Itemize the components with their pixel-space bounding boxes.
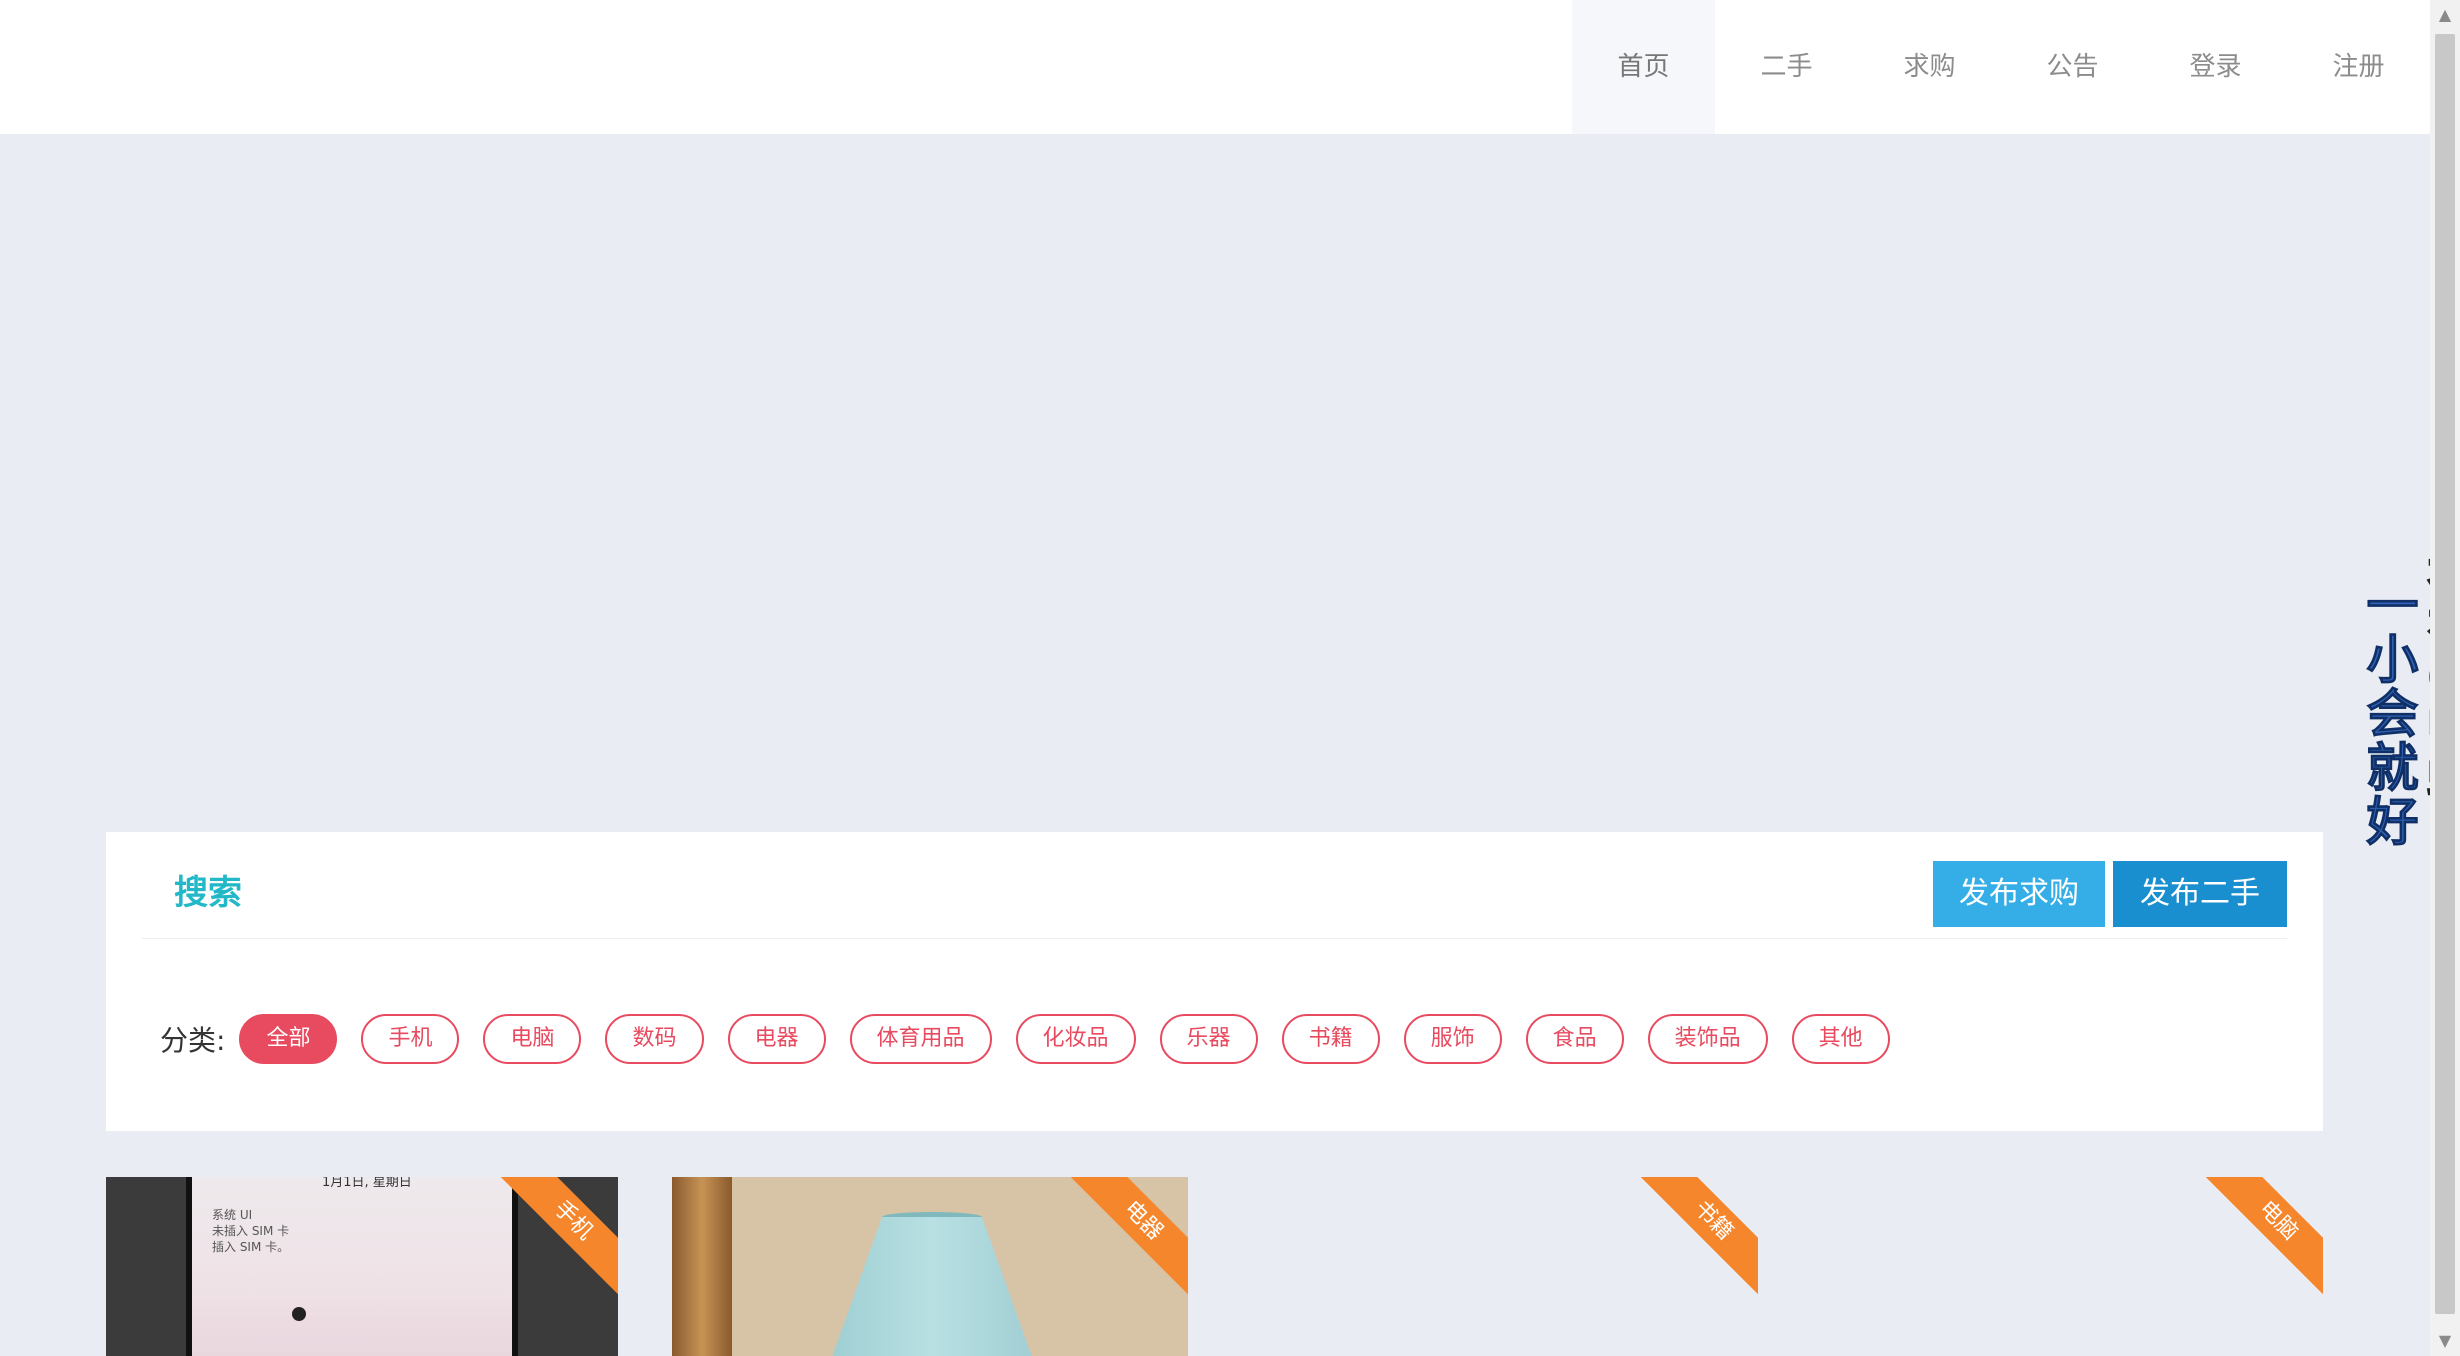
phone-notice: 系统 UI 未插入 SIM 卡 插入 SIM 卡。 (212, 1207, 289, 1255)
category-other[interactable]: 其他 (1791, 1014, 1890, 1064)
category-ribbon: 电脑 (2203, 1177, 2323, 1296)
nav-wanted[interactable]: 求购 (1858, 0, 2001, 134)
category-all[interactable]: 全部 (239, 1014, 338, 1064)
product-card[interactable]: 电脑 (1810, 1177, 2323, 1356)
category-appliance[interactable]: 电器 (727, 1014, 826, 1064)
nav-login[interactable]: 登录 (2144, 0, 2287, 134)
phone-camera-dot (292, 1307, 306, 1321)
category-food[interactable]: 食品 (1525, 1014, 1624, 1064)
category-digital[interactable]: 数码 (605, 1014, 704, 1064)
nav-second-hand[interactable]: 二手 (1715, 0, 1858, 134)
nav-register[interactable]: 注册 (2287, 0, 2430, 134)
category-ribbon: 书籍 (1638, 1177, 1758, 1296)
search-title: 搜索 (174, 873, 242, 913)
top-navbar: 首页 二手 求购 公告 登录 注册 (0, 0, 2430, 134)
category-sports[interactable]: 体育用品 (849, 1014, 992, 1064)
category-ribbon: 电器 (1068, 1177, 1188, 1296)
category-books[interactable]: 书籍 (1281, 1014, 1380, 1064)
overlay-chinese-text: 一小会就好 (2357, 578, 2418, 849)
product-image-phone: 1月1日, 星期日 系统 UI 未插入 SIM 卡 插入 SIM 卡。 (186, 1177, 518, 1356)
category-instruments[interactable]: 乐器 (1159, 1014, 1258, 1064)
category-decor[interactable]: 装饰品 (1647, 1014, 1768, 1064)
scroll-down-icon[interactable]: ▼ (2430, 1326, 2460, 1356)
post-second-hand-button[interactable]: 发布二手 (2113, 861, 2287, 927)
category-cosmetics[interactable]: 化妆品 (1015, 1014, 1136, 1064)
phone-notice-line: 系统 UI (212, 1208, 253, 1222)
search-panel: 搜索 发布求购 发布二手 分类: 全部 手机 电脑 数码 电器 体育用品 化妆品… (106, 832, 2323, 1131)
phone-notice-line: 插入 SIM 卡。 (212, 1240, 290, 1254)
product-card[interactable]: 电器 (672, 1177, 1188, 1356)
main-nav: 首页 二手 求购 公告 登录 注册 (1572, 0, 2430, 134)
category-clothing[interactable]: 服饰 (1403, 1014, 1502, 1064)
phone-notice-line: 未插入 SIM 卡 (212, 1224, 290, 1238)
product-card[interactable]: 书籍 (1240, 1177, 1758, 1356)
nav-home[interactable]: 首页 (1572, 0, 1715, 134)
category-computer[interactable]: 电脑 (483, 1014, 582, 1064)
scrollbar-thumb[interactable] (2435, 34, 2455, 1314)
post-wanted-button[interactable]: 发布求购 (1933, 861, 2105, 927)
product-image-wood (672, 1177, 732, 1356)
panel-divider (142, 938, 2287, 939)
phone-date-text: 1月1日, 星期日 (322, 1177, 412, 1190)
nav-announcements[interactable]: 公告 (2001, 0, 2144, 134)
scroll-up-icon[interactable]: ▲ (2430, 0, 2460, 30)
product-card[interactable]: 1月1日, 星期日 系统 UI 未插入 SIM 卡 插入 SIM 卡。 手机 (106, 1177, 618, 1356)
page-scrollbar[interactable]: ▲ ▼ (2430, 0, 2460, 1356)
category-filter-row: 分类: 全部 手机 电脑 数码 电器 体育用品 化妆品 乐器 书籍 服饰 食品 … (160, 1014, 1914, 1064)
product-image-lamp (832, 1217, 1032, 1356)
category-label: 分类: (160, 1024, 226, 1057)
category-phone[interactable]: 手机 (361, 1014, 460, 1064)
